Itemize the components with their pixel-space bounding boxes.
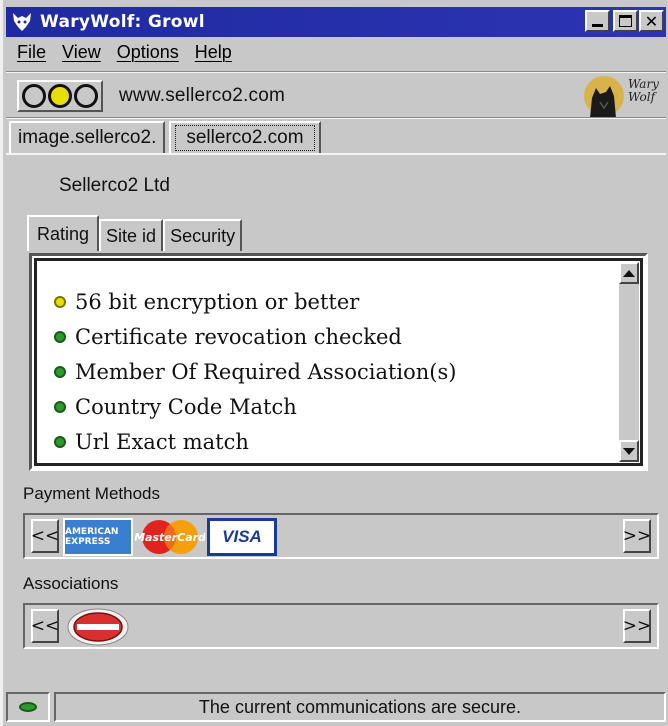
rating-scrollbar[interactable] <box>619 262 639 462</box>
menu-help[interactable]: Help <box>195 42 232 68</box>
close-button[interactable]: ✕ <box>639 10 664 32</box>
site-tab-bar: image.sellerco2. sellerco2.com <box>9 121 321 153</box>
menu-file[interactable]: File <box>17 42 46 68</box>
brand-text: Wary Wolf <box>628 78 659 104</box>
status-led-box <box>6 692 50 722</box>
rating-tab-bar: Rating Site id Security <box>27 215 243 251</box>
brand-text-line2: Wolf <box>628 90 656 104</box>
menu-divider <box>6 71 666 73</box>
association-seal-icon[interactable] <box>65 608 131 646</box>
associations-next-button[interactable]: >> <box>623 609 651 643</box>
site-tab-main-label: sellerco2.com <box>175 125 315 151</box>
associations-carousel: << >> <box>23 603 659 649</box>
status-dot-icon <box>54 295 66 308</box>
rating-item: Certificate revocation checked <box>54 319 456 354</box>
rating-item-text: Member Of Required Association(s) <box>75 359 457 384</box>
tab-security[interactable]: Security <box>163 219 243 251</box>
payment-cards: AMERICAN EXPRESS MasterCard VISA <box>63 518 277 556</box>
toolbar-divider <box>6 117 666 119</box>
associations-label: Associations <box>23 574 119 593</box>
associations-prev-button[interactable]: << <box>31 609 59 643</box>
wolf-logo-icon <box>13 13 31 31</box>
menu-bar: File View Options Help <box>17 42 232 68</box>
brand-logo: Wary Wolf <box>580 74 664 122</box>
status-bar: The current communications are secure. <box>6 692 666 722</box>
amex-card-icon[interactable]: AMERICAN EXPRESS <box>63 518 133 556</box>
rating-list: 56 bit encryption or better Certificate … <box>54 284 456 459</box>
company-name: Sellerco2 Ltd <box>59 175 170 196</box>
payment-methods-carousel: << AMERICAN EXPRESS MasterCard VISA >> <box>23 513 659 559</box>
traffic-light-left-icon <box>22 84 46 108</box>
status-dot-icon <box>54 365 66 378</box>
maximize-button[interactable] <box>613 10 638 32</box>
payment-next-button[interactable]: >> <box>623 519 651 553</box>
site-tab-image-label: image.sellerco2. <box>18 127 157 148</box>
minimize-icon <box>592 24 603 27</box>
arrow-down-icon <box>623 447 635 455</box>
rating-item-text: 56 bit encryption or better <box>75 289 360 314</box>
mastercard-card-icon[interactable]: MasterCard <box>135 518 205 556</box>
rating-item-text: Certificate revocation checked <box>75 324 402 349</box>
wolf-mascot-icon <box>584 76 624 118</box>
tab-site-id[interactable]: Site id <box>99 219 164 251</box>
title-bar[interactable]: WaryWolf: Growl ✕ <box>6 7 666 37</box>
tab-rating-label: Rating <box>37 223 90 244</box>
status-dot-icon <box>54 400 66 413</box>
visa-card-label: VISA <box>222 527 262 546</box>
menu-view[interactable]: View <box>62 42 101 68</box>
arrow-up-icon <box>623 269 635 277</box>
rating-item-text: Country Code Match <box>75 394 297 419</box>
traffic-light-middle-icon <box>48 84 72 108</box>
rating-item: Member Of Required Association(s) <box>54 354 456 389</box>
minimize-button[interactable] <box>585 10 610 32</box>
rating-item-text: Url Exact match <box>75 429 249 454</box>
window-title: WaryWolf: Growl <box>40 12 205 32</box>
status-dot-icon <box>54 435 66 448</box>
scroll-up-button[interactable] <box>619 262 639 284</box>
traffic-lights[interactable] <box>17 80 103 112</box>
site-tab-main[interactable]: sellerco2.com <box>169 121 321 153</box>
status-text: The current communications are secure. <box>54 692 666 722</box>
amex-card-label: AMERICAN EXPRESS <box>65 527 119 547</box>
maximize-icon <box>619 15 632 27</box>
rating-item: 56 bit encryption or better <box>54 284 456 319</box>
visa-card-icon[interactable]: VISA <box>207 518 277 556</box>
rating-item: Url Exact match <box>54 424 456 459</box>
traffic-light-right-icon <box>74 84 98 108</box>
rating-item: Country Code Match <box>54 389 456 424</box>
window-controls: ✕ <box>584 10 664 32</box>
payment-methods-label: Payment Methods <box>23 484 161 503</box>
tab-security-label: Security <box>170 225 236 246</box>
site-tab-image[interactable]: image.sellerco2. <box>9 121 166 153</box>
site-panel-edge <box>6 153 666 155</box>
payment-prev-button[interactable]: << <box>31 519 59 553</box>
scroll-down-button[interactable] <box>619 440 639 462</box>
security-led-icon <box>19 702 37 712</box>
menu-options[interactable]: Options <box>117 42 179 68</box>
mastercard-card-label: MasterCard <box>135 530 205 544</box>
tab-site-id-label: Site id <box>106 225 157 246</box>
rating-list-box[interactable]: 56 bit encryption or better Certificate … <box>29 253 648 471</box>
address-bar: www.sellerco2.com <box>17 80 285 112</box>
url-text[interactable]: www.sellerco2.com <box>119 85 285 107</box>
tab-rating[interactable]: Rating <box>27 215 100 251</box>
close-icon: ✕ <box>644 11 659 31</box>
status-dot-icon <box>54 330 66 343</box>
app-window: WaryWolf: Growl ✕ File View Options Help… <box>0 0 668 726</box>
